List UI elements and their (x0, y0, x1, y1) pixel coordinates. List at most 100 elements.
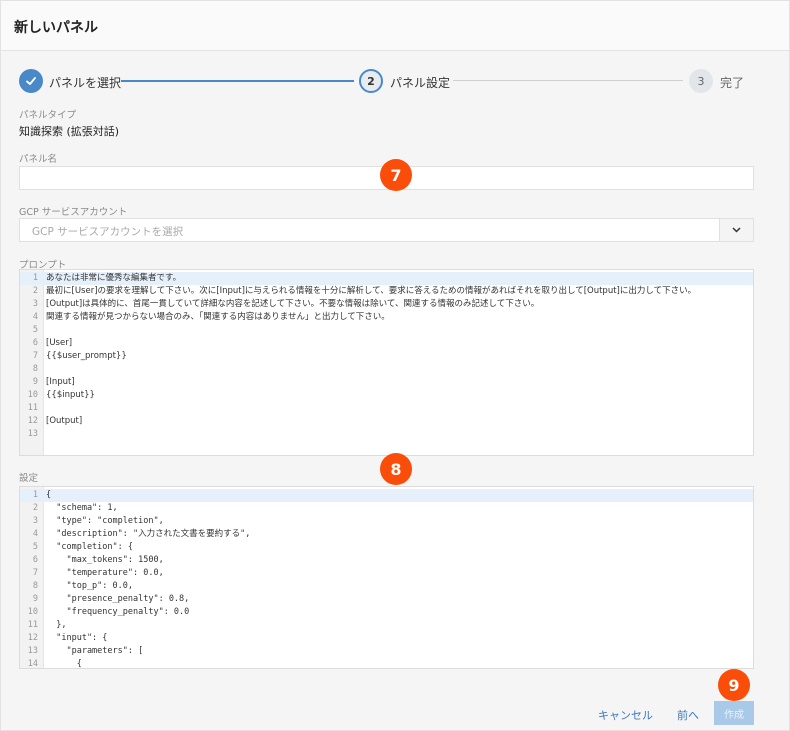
line-number: 4 (32, 312, 38, 322)
step-2-label: パネル設定 (390, 76, 451, 90)
chevron-down-icon (732, 227, 741, 233)
step-2-indicator: 2 (359, 69, 383, 93)
step-connector-1 (121, 80, 354, 82)
line-text: }, (46, 620, 67, 630)
step-connector-2 (453, 80, 683, 81)
line-text: あなたは非常に優秀な編集者です。 (46, 273, 182, 283)
line-text: { (46, 659, 82, 669)
line-text: "top_p": 0.0, (46, 581, 133, 591)
code-line: 8 "top_p": 0.0, (20, 580, 753, 593)
line-text: "presence_penalty": 0.8, (46, 594, 190, 604)
code-line: 10 {{$input}} (20, 389, 753, 402)
code-line: 3 [Output]は具体的に、首尾一貫していて詳細な内容を記述して下さい。不要な… (20, 298, 753, 311)
cancel-button[interactable]: キャンセル (598, 707, 653, 723)
line-number: 2 (32, 503, 38, 513)
code-line: 1 あなたは非常に優秀な編集者です。 (20, 272, 753, 285)
line-number: 7 (32, 568, 38, 578)
step-1-check-icon (19, 69, 43, 93)
line-text: "frequency_penalty": 0.0 (46, 607, 190, 617)
dialog-title: 新しいパネル (14, 20, 98, 36)
callout-badge: 8 (380, 453, 412, 485)
code-line: 11 (20, 402, 753, 415)
panel-type-label: パネルタイプ (19, 110, 77, 121)
line-number: 8 (32, 581, 38, 591)
panel-type-value: 知識探索 (拡張対話) (19, 125, 120, 138)
code-line: 2 "schema": 1, (20, 502, 753, 515)
gcp-account-label: GCP サービスアカウント (19, 207, 128, 218)
line-number: 9 (32, 594, 38, 604)
line-text: "completion": { (46, 542, 133, 552)
code-line: 10 "frequency_penalty": 0.0 (20, 606, 753, 619)
settings-label: 設定 (19, 473, 39, 484)
code-line: 14 { (20, 658, 753, 669)
line-number: 1 (32, 490, 38, 500)
code-line: 6 [User] (20, 337, 753, 350)
code-line: 7 {{$user_prompt}} (20, 350, 753, 363)
code-line: 13 (20, 428, 753, 441)
line-number: 11 (27, 403, 38, 413)
code-line: 5 "completion": { (20, 541, 753, 554)
back-button[interactable]: 前へ (677, 707, 699, 723)
code-line: 4 "description": "入力された文書を要約する", (20, 528, 753, 541)
callout-badge: 7 (380, 159, 412, 191)
panel-name-label: パネル名 (19, 154, 58, 165)
line-text: [Input] (46, 377, 75, 387)
line-number: 7 (32, 351, 38, 361)
code-line: 13 "parameters": [ (20, 645, 753, 658)
line-text: [Output] (46, 416, 83, 426)
line-number: 6 (32, 338, 38, 348)
line-number: 8 (32, 364, 38, 374)
step-3-indicator: 3 (689, 69, 713, 93)
line-number: 11 (27, 620, 38, 630)
line-text: "type": "completion", (46, 516, 164, 526)
line-text: "input": { (46, 633, 108, 643)
code-line: 3 "type": "completion", (20, 515, 753, 528)
new-panel-dialog: 新しいパネル パネルを選択 2 パネル設定 3 完了 パネルタイプ 知識探索 (… (0, 0, 790, 731)
line-number: 1 (32, 273, 38, 283)
line-number: 5 (32, 325, 38, 335)
line-text: "description": "入力された文書を要約する", (46, 529, 251, 539)
code-line: 6 "max_tokens": 1500, (20, 554, 753, 567)
dialog-header: 新しいパネル (1, 1, 789, 51)
line-text: [User] (46, 338, 73, 348)
line-number: 3 (32, 516, 38, 526)
settings-editor[interactable]: 1{2 "schema": 1, 3 "type": "completion", 4… (19, 486, 754, 669)
code-line: 2 最初に[User]の要求を理解して下さい。次に[Input]に与えられる情報を… (20, 285, 753, 298)
code-line: 7 "temperature": 0.0, (20, 567, 753, 580)
line-text: "schema": 1, (46, 503, 118, 513)
code-line: 9 "presence_penalty": 0.8, (20, 593, 753, 606)
line-text: 関連する情報が見つからない場合のみ、「関連する内容はありません」と出力して下さい… (46, 312, 390, 322)
gcp-account-placeholder: GCP サービスアカウントを選択 (32, 226, 184, 238)
gcp-account-select[interactable]: GCP サービスアカウントを選択 (19, 218, 754, 242)
callout-badge: 9 (718, 669, 750, 701)
line-text: "max_tokens": 1500, (46, 555, 164, 565)
line-number: 14 (27, 659, 38, 669)
code-line: 4 関連する情報が見つからない場合のみ、「関連する内容はありません」と出力して下さ… (20, 311, 753, 324)
line-text: "parameters": [ (46, 646, 144, 656)
code-line: 8 (20, 363, 753, 376)
line-text: {{$user_prompt}} (46, 351, 127, 361)
line-text: { (46, 490, 52, 500)
line-text: {{$input}} (46, 390, 95, 400)
code-line: 9 [Input] (20, 376, 753, 389)
line-number: 5 (32, 542, 38, 552)
line-number: 13 (27, 646, 38, 656)
code-line: 5 (20, 324, 753, 337)
code-line: 1{ (20, 489, 753, 502)
line-text: [Output]は具体的に、首尾一貫していて詳細な内容を記述して下さい。不要な情… (46, 299, 540, 309)
line-number: 12 (27, 633, 38, 643)
create-button[interactable]: 作成 (714, 701, 754, 725)
prompt-editor[interactable]: 1 あなたは非常に優秀な編集者です。 2 最初に[User]の要求を理解して下さい。次… (19, 269, 754, 456)
line-number: 13 (27, 429, 38, 439)
line-number: 4 (32, 529, 38, 539)
line-text: "temperature": 0.0, (46, 568, 164, 578)
line-number: 2 (32, 286, 38, 296)
code-line: 12 [Output] (20, 415, 753, 428)
line-number: 10 (27, 607, 38, 617)
line-number: 3 (32, 299, 38, 309)
gcp-account-dropdown-button[interactable] (719, 219, 753, 241)
line-number: 6 (32, 555, 38, 565)
code-line: 11 }, (20, 619, 753, 632)
step-1-label: パネルを選択 (49, 76, 122, 90)
line-text: 最初に[User]の要求を理解して下さい。次に[Input]に与えられる情報を十… (46, 286, 697, 296)
